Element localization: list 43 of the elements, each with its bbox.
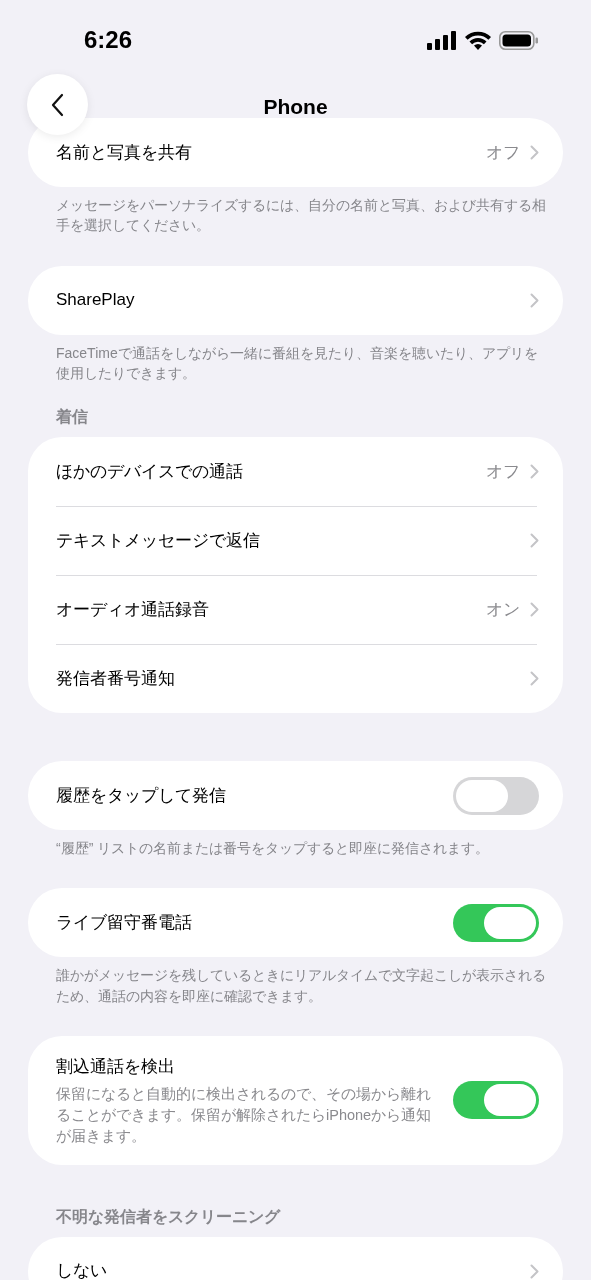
- settings-row[interactable]: テキストメッセージで返信: [28, 506, 563, 576]
- row-label: 発信者番号通知: [56, 667, 176, 690]
- row-value: オフ: [486, 460, 520, 483]
- row-description: 保留になると自動的に検出されるので、その場から離れることができます。保留が解除されたらiPhoneから通知が届きます。: [56, 1084, 433, 1146]
- toggle-switch[interactable]: [453, 776, 539, 815]
- page-title: Phone: [263, 94, 328, 120]
- signal-icon: [427, 30, 457, 50]
- section-footer: “履歴” リストの名前または番号をタップすると即座に発信されます。: [56, 838, 547, 859]
- section-header: 着信: [56, 407, 89, 428]
- chevron-icon: [530, 671, 539, 687]
- row-label: ほかのデバイスでの通話: [56, 460, 244, 483]
- chevron-icon: [530, 464, 539, 480]
- chevron-icon: [530, 602, 539, 618]
- section-footer: メッセージをパーソナライズするには、自分の名前と写真、および共有する相手を選択してください。: [56, 195, 547, 236]
- row-value: オフ: [486, 141, 520, 164]
- chevron-icon: [530, 145, 539, 160]
- row-label: オーディオ通話録音: [56, 598, 210, 621]
- row-label: テキストメッセージで返信: [56, 529, 261, 552]
- chevron-icon: [530, 533, 539, 549]
- toggle-switch[interactable]: [453, 904, 539, 942]
- settings-row[interactable]: しない: [28, 1236, 563, 1280]
- settings-row[interactable]: 発信者番号通知: [28, 644, 563, 714]
- row-label: SharePlay: [56, 289, 136, 312]
- chevron-icon: [530, 1263, 539, 1279]
- row-label: 割込通話を検出: [56, 1056, 176, 1079]
- row-label: 履歴をタップして発信: [56, 784, 227, 807]
- settings-row[interactable]: ほかのデバイスでの通話 オフ: [28, 437, 563, 507]
- section-header: 不明な発信者をスクリーニング: [56, 1206, 282, 1228]
- row-value: オン: [486, 598, 520, 621]
- row-label: 名前と写真を共有: [56, 141, 193, 164]
- row-label: ライブ留守番電話: [56, 912, 193, 935]
- chevron-icon: [530, 292, 539, 308]
- section-footer: 誰かがメッセージを残しているときにリアルタイムで文字起こしが表示されるため、通話の内容を即座に確認できます。: [56, 965, 547, 1007]
- status-time: 6:26: [84, 25, 133, 55]
- back-icon: [50, 92, 65, 117]
- section-footer: FaceTimeで通話をしながら一緒に番組を見たり、音楽を聴いたり、アプリを使用したりできます。: [56, 342, 547, 384]
- toggle-switch[interactable]: [453, 1081, 539, 1120]
- settings-row[interactable]: オーディオ通話録音 オン: [28, 575, 563, 645]
- wifi-icon: [465, 30, 491, 50]
- settings-row[interactable]: 名前と写真を共有 オフ: [28, 118, 563, 187]
- row-label: しない: [56, 1260, 108, 1280]
- settings-row[interactable]: SharePlay: [28, 265, 563, 335]
- battery-icon: [499, 30, 539, 50]
